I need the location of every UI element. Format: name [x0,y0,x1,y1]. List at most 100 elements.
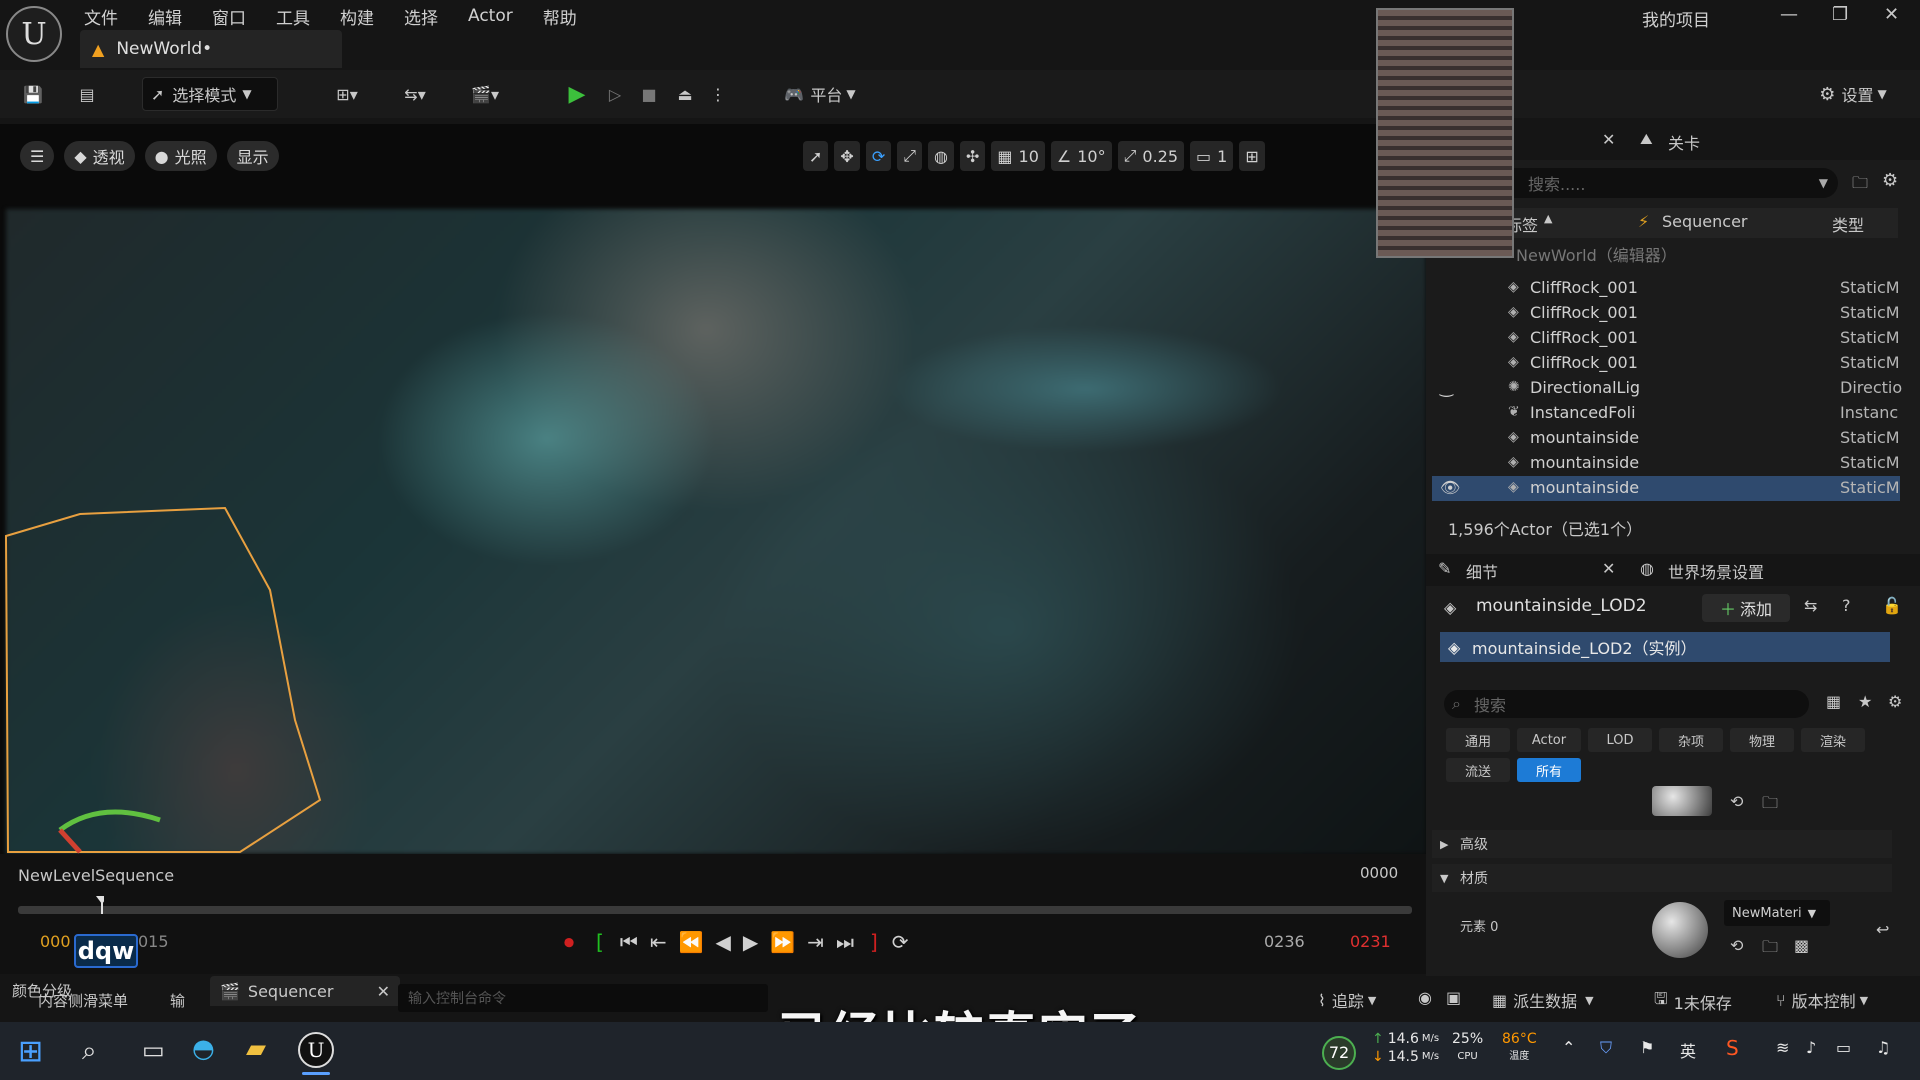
minimize-icon[interactable]: — [1780,4,1798,25]
jump-end-icon[interactable]: ⏭ [836,930,854,954]
reset-arrow-icon[interactable]: ⟲ [1730,792,1743,811]
more-options-icon[interactable]: ⋮ [708,77,728,111]
sogou-ime-icon[interactable]: S [1726,1036,1739,1060]
content-browser-icon[interactable]: ▤ [70,77,104,111]
reverse-icon[interactable]: ◀ [715,930,730,954]
stop-icon[interactable]: ■ [634,77,664,111]
prev-key-icon[interactable]: ⇤ [650,930,667,954]
scale-tool-icon[interactable]: ⤢ [897,141,923,171]
sequencer-column-header[interactable]: Sequencer [1662,212,1748,231]
instance-row[interactable]: ◈ mountainside_LOD2（实例） [1440,632,1890,662]
outliner-row[interactable]: 👁 ◈ mountainside StaticM [1432,476,1900,501]
mesh-thumbnail[interactable] [1652,786,1712,816]
filter-tab[interactable]: 杂项 [1659,728,1723,752]
outliner-row[interactable]: ❦ InstancedFoli Instanc [1432,401,1900,426]
details-tab[interactable]: 细节 [1466,559,1498,583]
scale-snap-button[interactable]: ⤢ 0.25 [1117,141,1185,171]
world-space-icon[interactable]: ◍ [928,141,954,171]
record-icon[interactable]: ⏺ [564,930,574,954]
filter-tab[interactable]: Actor [1517,728,1581,752]
add-component-button[interactable]: ＋ 添加 [1702,594,1790,622]
blueprint-icon[interactable]: ⇆▾ [390,77,440,111]
visibility-eye-icon[interactable]: 👁 [1440,478,1460,497]
step-back-icon[interactable]: ⏪ [679,930,704,954]
file-explorer-icon[interactable]: ▰ [246,1034,266,1064]
folder-add-icon[interactable]: 🗀 [1852,172,1868,199]
select-mode-dropdown[interactable]: ➚ 选择模式 ▼ [142,77,278,111]
reset-arrow-icon[interactable]: ⟲ [1730,936,1743,955]
document-tab[interactable]: ▲ NewWorld• [80,30,342,68]
outliner-row[interactable]: ◈ CliffRock_001 StaticM [1432,276,1900,301]
ime-language[interactable]: 英 [1680,1038,1696,1062]
menu-tools[interactable]: 工具 [276,4,310,29]
material-thumbnail[interactable] [1652,902,1708,958]
unreal-taskbar-icon[interactable]: U [298,1032,334,1068]
help-icon[interactable]: ? [1842,596,1851,615]
search-icon[interactable]: ⌕ [82,1036,97,1067]
lighting-button[interactable]: ● 光照 [144,141,217,171]
advanced-section[interactable]: ▶ 高级 [1432,830,1892,858]
texture-icon[interactable]: ▩ [1794,936,1809,955]
timeline-bar[interactable] [18,906,1412,914]
browse-icon[interactable]: 🗀 [1762,936,1778,963]
table-view-icon[interactable]: ▦ [1826,692,1841,711]
volume-icon[interactable]: ♪ [1806,1038,1816,1057]
platform-dropdown[interactable]: 🎮 平台 ▼ [770,77,870,111]
select-tool-icon[interactable]: ➚ [803,141,829,171]
outliner-row[interactable]: ◈ CliffRock_001 StaticM [1432,326,1900,351]
add-actor-icon[interactable]: ⊞▾ [322,77,372,111]
menu-file[interactable]: 文件 [84,4,118,29]
world-settings-tab[interactable]: 世界场景设置 [1668,559,1764,583]
details-settings-icon[interactable]: ⚙ [1888,692,1902,711]
eject-icon[interactable]: ⏏ [668,77,702,111]
mark-in-icon[interactable]: [ [596,930,604,954]
start-frame[interactable]: 000 [40,932,71,951]
next-key-icon[interactable]: ⇥ [807,930,824,954]
filter-tab[interactable]: 通用 [1446,728,1510,752]
level-tab[interactable]: 关卡 [1668,130,1700,154]
details-search-input[interactable]: ⌕ 搜索 [1444,690,1809,718]
lock-icon[interactable]: 🔓 [1882,596,1902,615]
playhead-marker[interactable] [96,896,104,914]
edge-browser-icon[interactable]: ◓ [192,1034,215,1064]
filter-tab[interactable]: 所有 [1517,758,1581,782]
bookmark-icon[interactable]: ⚑ [1640,1038,1654,1057]
layout-icon[interactable]: ⊞ [1239,141,1265,171]
menu-select[interactable]: 选择 [404,4,438,29]
surface-snap-icon[interactable]: ✣ [960,141,986,171]
play-forward-icon[interactable]: ▶ [743,930,758,954]
chevron-down-icon[interactable]: ▼ [1819,176,1828,190]
cinematics-icon[interactable]: 🎬▾ [460,77,510,111]
grid-snap-button[interactable]: ▦ 10 [991,141,1045,171]
filter-tab[interactable]: 流送 [1446,758,1510,782]
settings-dropdown[interactable]: ⚙ 设置 ▼ [1806,77,1900,111]
jump-start-icon[interactable]: ⏮ [620,930,638,954]
maximize-icon[interactable]: ❐ [1832,4,1848,25]
filter-tab[interactable]: 物理 [1730,728,1794,752]
material-section[interactable]: ▼ 材质 [1432,864,1892,892]
world-row[interactable]: NewWorld（编辑器） [1516,242,1677,266]
menu-actor[interactable]: Actor [468,6,513,26]
system-badge[interactable]: 72 [1322,1036,1356,1070]
menu-build[interactable]: 构建 [340,4,374,29]
camera-speed-button[interactable]: ▭ 1 [1190,141,1234,171]
loop-icon[interactable]: ⟳ [892,930,909,954]
windows-start-icon[interactable]: ⊞ [18,1034,43,1069]
blueprint-link-icon[interactable]: ⇆ [1804,596,1817,615]
rotate-tool-icon[interactable]: ⟳ [865,141,892,171]
undo-icon[interactable]: ↩ [1876,920,1889,939]
menu-edit[interactable]: 编辑 [148,4,182,29]
wifi-icon[interactable]: ≋ [1776,1038,1789,1057]
menu-window[interactable]: 窗口 [212,4,246,29]
outliner-row[interactable]: ◈ CliffRock_001 StaticM [1432,351,1900,376]
step-forward-icon[interactable]: ⏩ [770,930,795,954]
star-icon[interactable]: ★ [1858,692,1872,711]
mark-out-icon[interactable]: ] [870,930,878,954]
move-tool-icon[interactable]: ✥ [834,141,860,171]
outliner-settings-icon[interactable]: ⚙ [1882,170,1898,191]
viewport-menu-icon[interactable]: ☰ [20,141,55,171]
notification-icon[interactable]: ♫ [1876,1038,1890,1057]
play-icon[interactable]: ▶ [560,77,594,111]
filter-tab[interactable]: LOD [1588,728,1652,752]
visibility-eye-icon[interactable]: ‿ [1440,378,1453,397]
